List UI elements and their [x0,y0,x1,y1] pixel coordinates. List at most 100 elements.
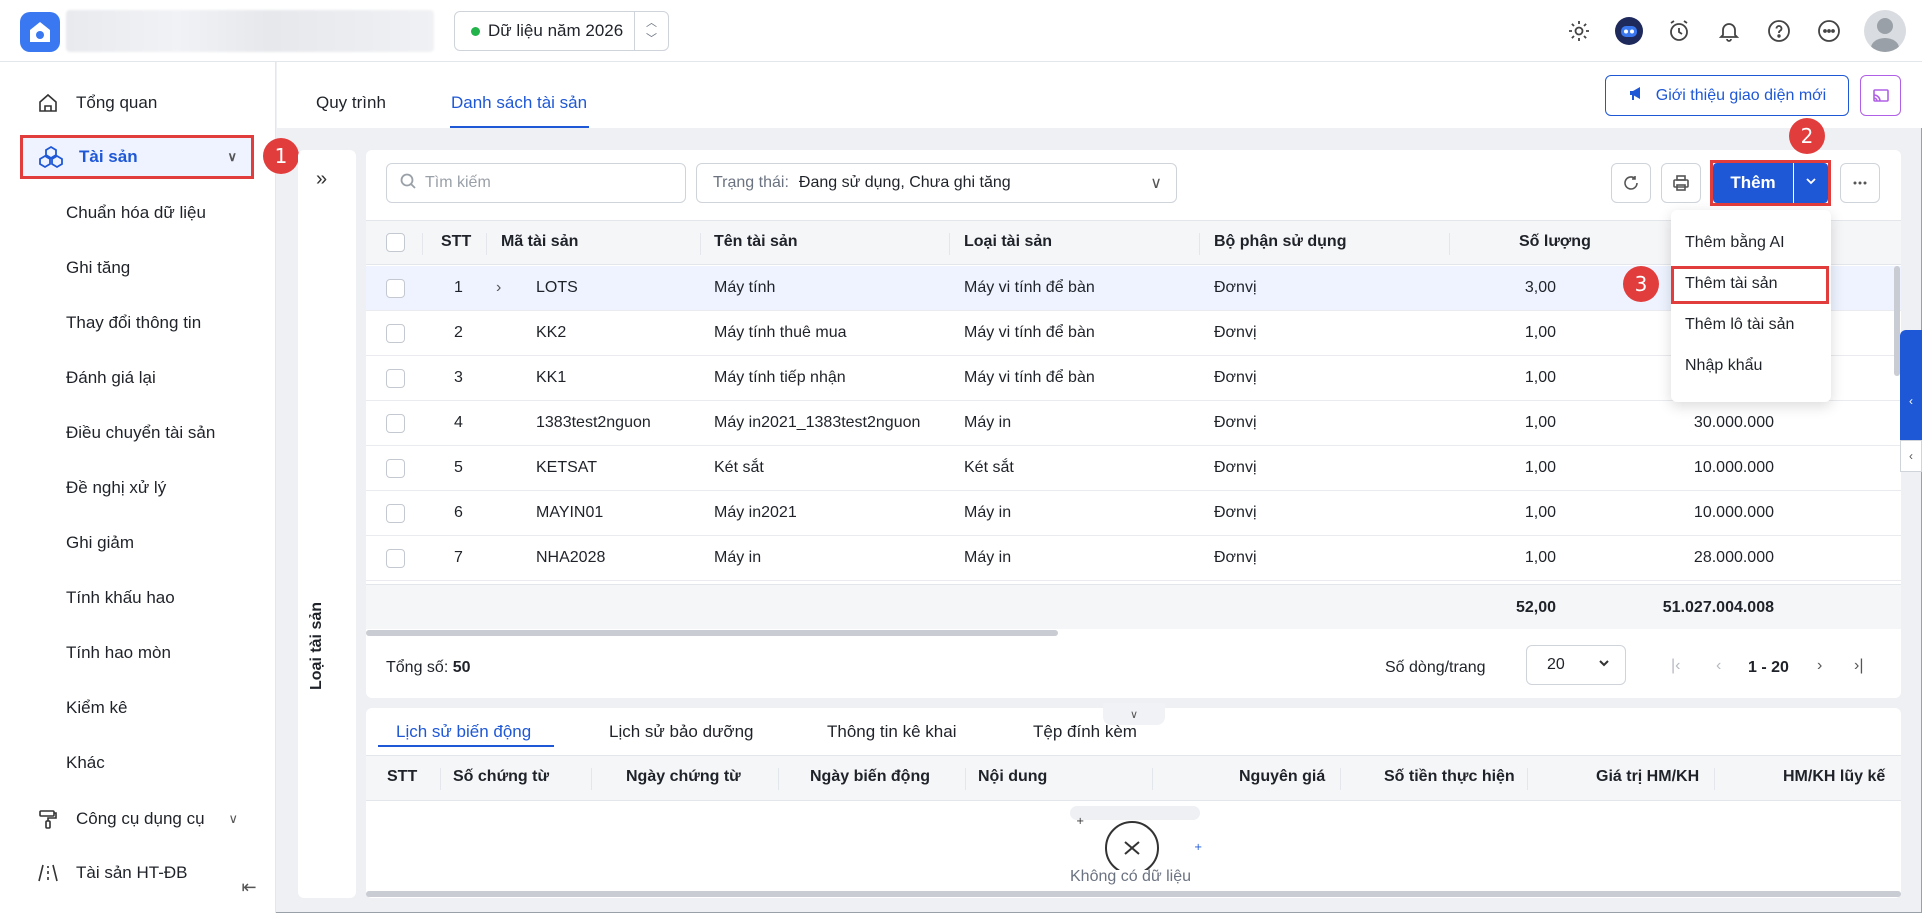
table-row[interactable]: 5 KETSAT Két sắt Két sắt Đơnvị 1,00 10.0… [366,446,1901,491]
year-label: Dữ liệu năm 2026 [488,21,624,40]
more-actions-icon[interactable] [1840,163,1880,203]
sidebar-subitem[interactable]: Ghi giảm [66,533,134,553]
chevron-down-icon[interactable]: ﹀ [646,31,657,47]
sidebar-item-overview[interactable]: Tổng quan [20,81,252,125]
cell-stt: 2 [454,324,463,341]
cell-stt: 7 [454,549,463,566]
cell-code: LOTS [536,279,578,296]
cell-name: Máy in2021_1383test2nguon [714,414,921,431]
print-icon[interactable] [1661,163,1701,203]
table-row[interactable]: 4 1383test2nguon Máy in2021_1383test2ngu… [366,401,1901,446]
col-header-accumulated: HM/KH lũy kế [1783,768,1886,785]
more-options-icon[interactable] [1814,16,1844,46]
last-page-icon[interactable]: ›| [1854,657,1863,675]
status-filter-value: Đang sử dụng, Chưa ghi tăng [798,174,1011,191]
tab-asset-list[interactable]: Danh sách tài sản [451,93,587,113]
chevron-down-icon[interactable]: ∨ [227,149,237,165]
row-checkbox[interactable] [386,549,405,568]
sidebar-item-tools[interactable]: Công cụ dụng cụ ∨ [20,797,252,841]
expand-row-icon[interactable]: › [496,279,501,297]
chevron-up-icon[interactable]: ︿ [646,15,657,31]
chevron-down-icon[interactable]: ∨ [228,811,238,827]
column-divider [422,233,423,255]
next-page-icon[interactable]: › [1817,657,1822,675]
help-icon[interactable] [1764,16,1794,46]
select-all-checkbox[interactable] [386,233,405,252]
row-checkbox[interactable] [386,369,405,388]
step-badge-3: 3 [1623,266,1659,302]
rows-per-page-select[interactable]: 20 [1526,645,1626,685]
prev-page-icon[interactable]: ‹ [1716,657,1721,675]
col-header-stt: STT [387,768,418,785]
expand-panel-icon[interactable]: » [316,168,327,191]
sidebar-subitem[interactable]: Đánh giá lại [66,368,156,388]
sidebar-subitem[interactable]: Đề nghị xử lý [66,478,166,498]
sidebar-subitem[interactable]: Tính hao mòn [66,643,171,663]
search-input[interactable]: Tìm kiếm [386,163,686,203]
sidebar-subitem[interactable]: Khác [66,753,105,773]
cell-code: MAYIN01 [536,504,604,521]
collapse-right-icon[interactable]: ‹ [1900,440,1922,472]
sidebar-item-infrastructure[interactable]: Tài sản HT-ĐB [20,851,252,895]
table-row[interactable]: 7 NHA2028 Máy in Máy in Đơnvị 1,00 28.00… [366,536,1901,581]
gear-icon[interactable] [1564,16,1594,46]
ai-bot-icon[interactable] [1614,16,1644,46]
cast-icon[interactable] [1860,75,1901,116]
cell-code: NHA2028 [536,549,606,566]
collapse-sidebar-icon[interactable]: ⇤ [234,872,264,902]
sidebar-subitem[interactable]: Điều chuyển tài sản [66,423,215,443]
first-page-icon[interactable]: |‹ [1671,657,1680,675]
cell-name: Máy tính [714,279,776,296]
intro-new-ui-button[interactable]: Giới thiệu giao diện mới [1605,75,1849,116]
sidebar-subitem[interactable]: Ghi tăng [66,258,130,278]
sidebar-subitem[interactable]: Thay đổi thông tin [66,313,201,333]
horizontal-scrollbar[interactable] [366,630,1058,636]
col-header-depreciation: Giá trị HM/KH [1596,768,1700,785]
year-selector[interactable]: Dữ liệu năm 2026 ︿ ﹀ [454,11,669,51]
tab-declaration-info[interactable]: Thông tin kê khai [827,722,956,742]
cell-name: Máy tính thuê mua [714,324,847,341]
page-range: 1 - 20 [1748,659,1789,676]
avatar[interactable] [1864,10,1906,52]
sidebar-subitem[interactable]: Kiểm kê [66,698,127,718]
status-filter-key: Trạng thái: [713,174,789,191]
row-checkbox[interactable] [386,504,405,523]
tab-change-history[interactable]: Lịch sử biến động [396,722,531,742]
year-spinner[interactable]: ︿ ﹀ [634,12,668,50]
menu-item-add-batch[interactable]: Thêm lô tài sản [1685,316,1794,334]
row-checkbox[interactable] [386,279,405,298]
row-checkbox[interactable] [386,414,405,433]
tab-attachments[interactable]: Tệp đính kèm [1033,722,1137,742]
cell-stt: 5 [454,459,463,476]
bell-icon[interactable] [1714,16,1744,46]
tab-process[interactable]: Quy trình [316,93,386,113]
column-divider [949,233,950,255]
search-icon [399,172,417,195]
table-row[interactable]: 6 MAYIN01 Máy in2021 Máy in Đơnvị 1,00 1… [366,491,1901,536]
cell-dept: Đơnvị [1214,279,1257,296]
add-dropdown-button[interactable] [1794,163,1828,203]
column-divider [1449,233,1450,255]
table-totals-row: 52,00 51.027.004.008 [366,584,1901,629]
alarm-clock-icon[interactable] [1664,16,1694,46]
tab-maintenance-history[interactable]: Lịch sử bảo dưỡng [609,722,754,742]
top-icons [1564,10,1906,52]
column-divider [486,233,487,255]
sidebar-subitem[interactable]: Chuẩn hóa dữ liệu [66,203,206,223]
app-logo-icon[interactable] [20,12,60,52]
status-filter[interactable]: Trạng thái: Đang sử dụng, Chưa ghi tăng … [696,163,1177,203]
col-header-doc-date: Ngày chứng từ [626,768,741,785]
add-button[interactable]: Thêm [1713,163,1793,203]
svg-text:+: + [1194,842,1202,853]
rows-per-page-value: 20 [1547,656,1565,673]
column-divider [778,768,779,790]
detail-horizontal-scrollbar[interactable] [366,891,1901,897]
sidebar-subitem[interactable]: Tính khấu hao [66,588,175,608]
cell-type: Máy in [964,549,1012,566]
row-checkbox[interactable] [386,459,405,478]
menu-item-import[interactable]: Nhập khẩu [1685,357,1762,375]
menu-item-add-ai[interactable]: Thêm bằng AI [1685,234,1785,252]
sidebar-item-assets[interactable]: Tài sản ∨ [20,135,254,179]
refresh-icon[interactable] [1611,163,1651,203]
row-checkbox[interactable] [386,324,405,343]
